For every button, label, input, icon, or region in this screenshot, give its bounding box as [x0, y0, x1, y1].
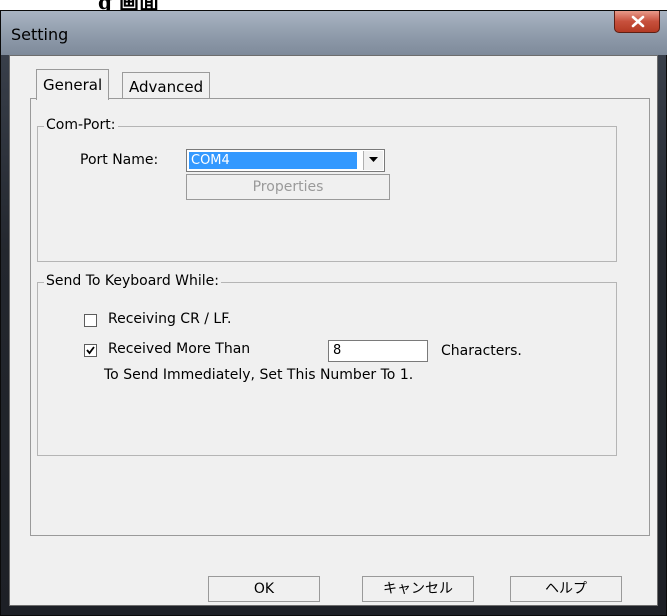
chevron-down-icon: [369, 157, 378, 162]
characters-count-input[interactable]: 8: [328, 340, 428, 362]
dialog-client-area: General Advanced Com-Port: Port Name: CO…: [9, 55, 658, 606]
properties-button[interactable]: Properties: [186, 174, 390, 200]
port-name-label: Port Name:: [80, 152, 159, 168]
received-more-than-label: Received More Than: [108, 341, 251, 357]
close-button[interactable]: [614, 11, 660, 33]
port-name-select[interactable]: COM4: [186, 149, 385, 172]
tab-general[interactable]: General: [36, 69, 110, 100]
cropped-heading-text: g 画面: [98, 0, 159, 10]
window-title: Setting: [11, 25, 69, 44]
receiving-crlf-checkbox[interactable]: [84, 314, 97, 327]
dropdown-button[interactable]: [363, 151, 383, 170]
tab-general-label: General: [43, 76, 103, 94]
send-immediately-hint: To Send Immediately, Set This Number To …: [104, 367, 414, 383]
send-to-keyboard-group-label: Send To Keyboard While:: [44, 273, 221, 289]
checkmark-icon: [86, 346, 95, 355]
setting-dialog: Setting General Advanced Com-Port: Port …: [0, 10, 667, 616]
close-icon: [631, 15, 645, 28]
cropped-heading: g 画面: [0, 0, 667, 10]
tab-advanced-label: Advanced: [129, 78, 204, 96]
characters-label: Characters.: [441, 343, 522, 359]
ok-button[interactable]: OK: [208, 576, 320, 602]
received-more-than-checkbox[interactable]: [84, 344, 97, 357]
tab-advanced[interactable]: Advanced: [122, 72, 211, 99]
receiving-crlf-label: Receiving CR / LF.: [108, 311, 232, 327]
help-button[interactable]: ヘルプ: [510, 576, 622, 602]
com-port-group-label: Com-Port:: [44, 117, 118, 133]
port-name-value: COM4: [189, 152, 357, 169]
cancel-button[interactable]: キャンセル: [362, 576, 474, 602]
title-bar[interactable]: Setting: [1, 11, 667, 55]
